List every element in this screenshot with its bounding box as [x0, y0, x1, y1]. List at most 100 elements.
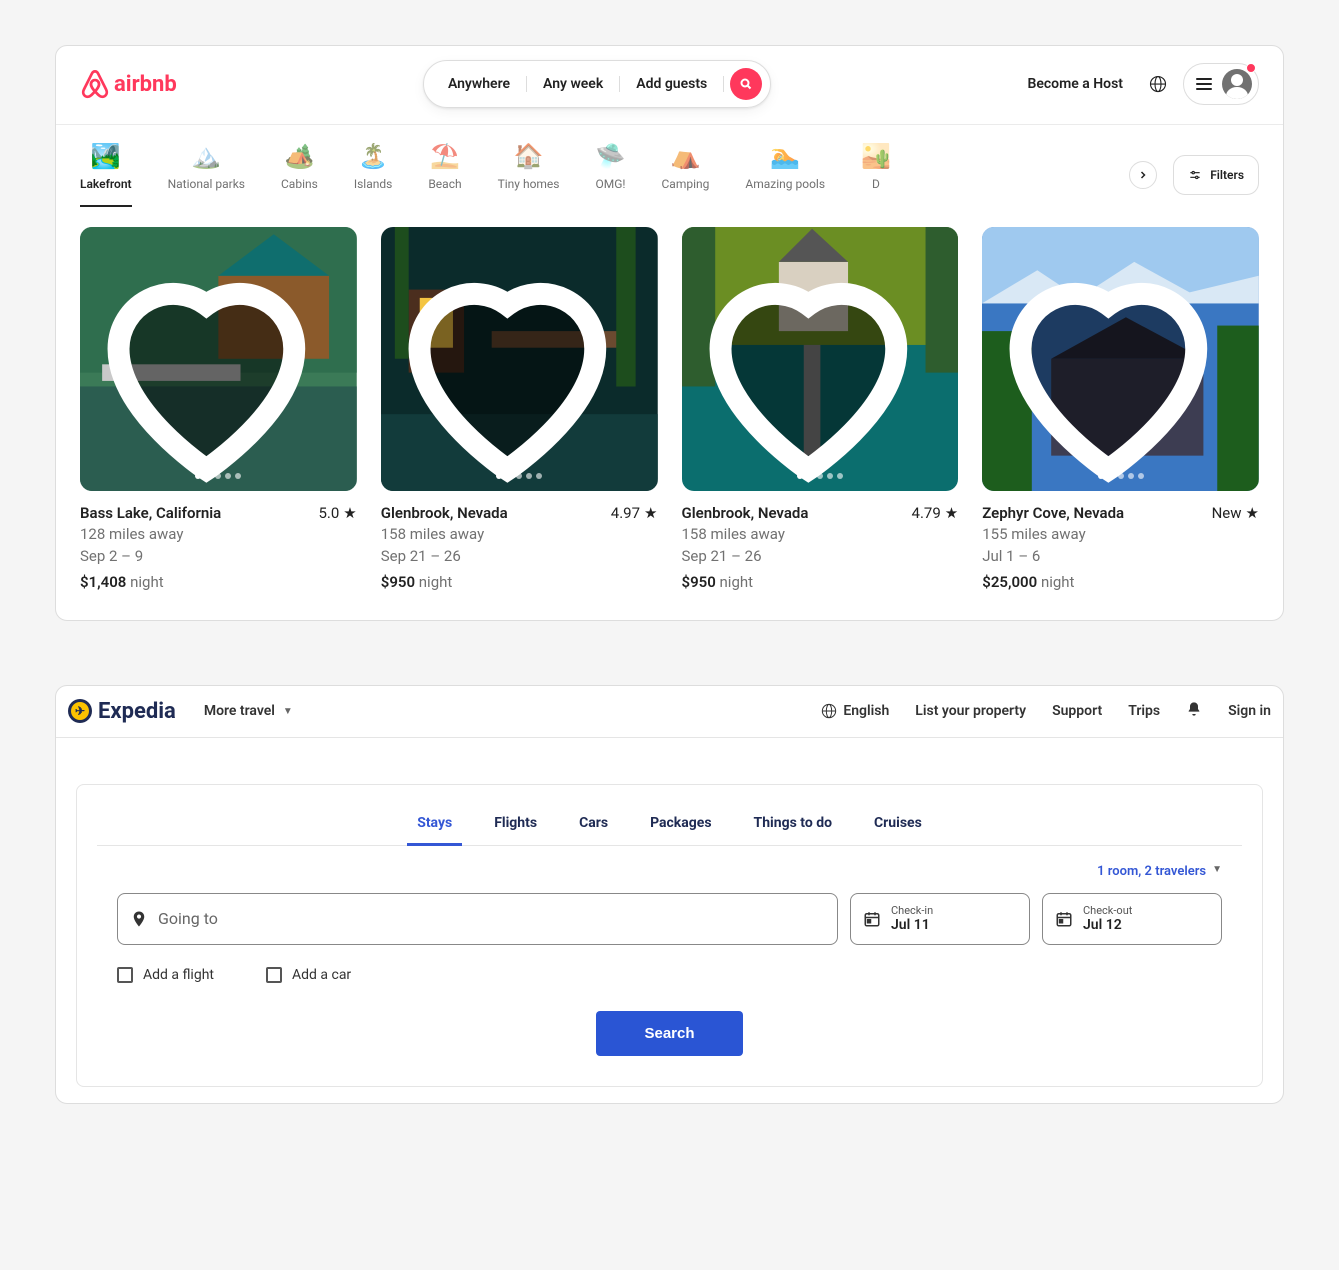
- list-property-link[interactable]: List your property: [915, 703, 1026, 719]
- listing-image: [982, 227, 1259, 491]
- expedia-logo-text: Expedia: [98, 699, 176, 724]
- checkin-input[interactable]: Check-in Jul 11: [850, 893, 1030, 945]
- listing-card[interactable]: Bass Lake, California5.0 ★128 miles away…: [80, 227, 357, 594]
- language-selector[interactable]: English: [821, 703, 889, 719]
- category-amazing-pools[interactable]: 🏊Amazing pools: [745, 143, 825, 207]
- signin-link[interactable]: Sign in: [1228, 703, 1271, 719]
- lob-tabs: Stays Flights Cars Packages Things to do Crui…: [97, 807, 1242, 846]
- trips-link[interactable]: Trips: [1128, 703, 1160, 719]
- category-cabins[interactable]: 🏕️Cabins: [281, 143, 318, 207]
- search-icon: [740, 78, 752, 90]
- airbnb-screenshot: airbnb Anywhere Any week Add guests Beco…: [55, 45, 1284, 621]
- listing-price: $950 night: [381, 572, 658, 594]
- support-link[interactable]: Support: [1052, 703, 1102, 719]
- filters-button[interactable]: Filters: [1173, 155, 1259, 195]
- expedia-screenshot: Expedia More travel ▼ English List your …: [55, 685, 1284, 1104]
- category-icon: 🏔️: [191, 143, 221, 169]
- notifications-bell-icon[interactable]: [1186, 701, 1202, 721]
- bell-icon: [1186, 701, 1202, 717]
- listing-card[interactable]: Glenbrook, Nevada4.97 ★158 miles awaySep…: [381, 227, 658, 594]
- category-icon: ⛱️: [430, 143, 460, 169]
- wishlist-heart-icon[interactable]: [982, 239, 1247, 491]
- airbnb-logo[interactable]: airbnb: [80, 68, 177, 100]
- avatar-icon: [1222, 69, 1252, 99]
- tab-stays[interactable]: Stays: [413, 807, 456, 845]
- listing-rating: 4.97 ★: [611, 503, 658, 525]
- listing-card[interactable]: Zephyr Cove, NevadaNew ★155 miles awayJu…: [982, 227, 1259, 594]
- category-row: 🏞️Lakefront 🏔️National parks 🏕️Cabins 🏝️Isl…: [56, 125, 1283, 207]
- add-car-checkbox[interactable]: Add a car: [266, 967, 351, 983]
- category-omg![interactable]: 🛸OMG!: [596, 143, 626, 207]
- listing-image: [80, 227, 357, 491]
- search-when[interactable]: Any week: [527, 76, 620, 92]
- checkout-input[interactable]: Check-out Jul 12: [1042, 893, 1222, 945]
- tab-flights[interactable]: Flights: [490, 807, 541, 845]
- tab-cars[interactable]: Cars: [575, 807, 612, 845]
- category-islands[interactable]: 🏝️Islands: [354, 143, 393, 207]
- category-next-button[interactable]: [1129, 161, 1157, 189]
- category-beach[interactable]: ⛱️Beach: [428, 143, 461, 207]
- tab-packages[interactable]: Packages: [646, 807, 715, 845]
- become-host-link[interactable]: Become a Host: [1017, 66, 1133, 102]
- listing-rating: 5.0 ★: [318, 503, 356, 525]
- listing-location: Zephyr Cove, Nevada: [982, 503, 1124, 525]
- destination-input[interactable]: Going to: [117, 893, 838, 945]
- header-right: Become a Host: [1017, 63, 1259, 105]
- expedia-header: Expedia More travel ▼ English List your …: [56, 686, 1283, 738]
- tab-things-to-do[interactable]: Things to do: [750, 807, 836, 845]
- chevron-right-icon: [1137, 169, 1149, 181]
- more-travel-dropdown[interactable]: More travel ▼: [204, 703, 293, 719]
- carousel-dots: [80, 473, 357, 479]
- search-pill[interactable]: Anywhere Any week Add guests: [423, 60, 771, 108]
- listing-dates: Sep 21 – 26: [682, 546, 959, 568]
- listing-dates: Sep 2 – 9: [80, 546, 357, 568]
- chevron-down-icon: ▼: [1212, 864, 1222, 879]
- category-icon: 🛸: [596, 143, 626, 169]
- listing-location: Glenbrook, Nevada: [381, 503, 508, 525]
- calendar-icon: [1055, 910, 1073, 928]
- add-flight-checkbox[interactable]: Add a flight: [117, 967, 214, 983]
- category-icon: ⛺: [671, 143, 701, 169]
- category-icon: 🏕️: [284, 143, 314, 169]
- category-icon: 🏠: [514, 143, 544, 169]
- airbnb-header: airbnb Anywhere Any week Add guests Beco…: [56, 46, 1283, 125]
- hamburger-icon: [1196, 78, 1212, 90]
- carousel-dots: [982, 473, 1259, 479]
- category-national-parks[interactable]: 🏔️National parks: [168, 143, 245, 207]
- listing-rating: 4.79 ★: [912, 503, 959, 525]
- listing-distance: 155 miles away: [982, 524, 1259, 546]
- listing-price: $1,408 night: [80, 572, 357, 594]
- listing-location: Glenbrook, Nevada: [682, 503, 809, 525]
- listing-price: $950 night: [682, 572, 959, 594]
- search-panel: Stays Flights Cars Packages Things to do Crui…: [76, 784, 1263, 1087]
- listing-distance: 158 miles away: [682, 524, 959, 546]
- listing-card[interactable]: Glenbrook, Nevada 4.79 ★158 miles awaySep…: [682, 227, 959, 594]
- search-where[interactable]: Anywhere: [432, 76, 527, 92]
- listing-dates: Sep 21 – 26: [381, 546, 658, 568]
- filters-label: Filters: [1210, 168, 1244, 182]
- category-icon: 🏜️: [861, 143, 891, 169]
- search-button[interactable]: [730, 68, 762, 100]
- search-submit-button[interactable]: Search: [596, 1011, 742, 1056]
- category-lakefront[interactable]: 🏞️Lakefront: [80, 143, 132, 207]
- calendar-icon: [863, 910, 881, 928]
- listing-rating: New ★: [1212, 503, 1259, 525]
- category-d[interactable]: 🏜️D: [861, 143, 891, 207]
- expedia-logo[interactable]: Expedia: [68, 699, 176, 724]
- listings-grid: Bass Lake, California5.0 ★128 miles away…: [56, 207, 1283, 620]
- expedia-logo-icon: [68, 699, 92, 723]
- tab-cruises[interactable]: Cruises: [870, 807, 926, 845]
- category-tiny-homes[interactable]: 🏠Tiny homes: [498, 143, 560, 207]
- category-camping[interactable]: ⛺Camping: [662, 143, 710, 207]
- globe-icon: [821, 703, 837, 719]
- category-icon: 🏞️: [91, 143, 121, 169]
- search-who[interactable]: Add guests: [620, 76, 724, 92]
- wishlist-heart-icon[interactable]: [381, 239, 646, 491]
- wishlist-heart-icon[interactable]: [80, 239, 345, 491]
- checkbox-icon: [266, 967, 282, 983]
- profile-menu[interactable]: [1183, 63, 1259, 105]
- globe-icon[interactable]: [1149, 75, 1167, 93]
- travelers-selector[interactable]: 1 room, 2 travelers ▼: [117, 864, 1222, 879]
- airbnb-logo-icon: [80, 68, 110, 100]
- wishlist-heart-icon[interactable]: [682, 239, 947, 491]
